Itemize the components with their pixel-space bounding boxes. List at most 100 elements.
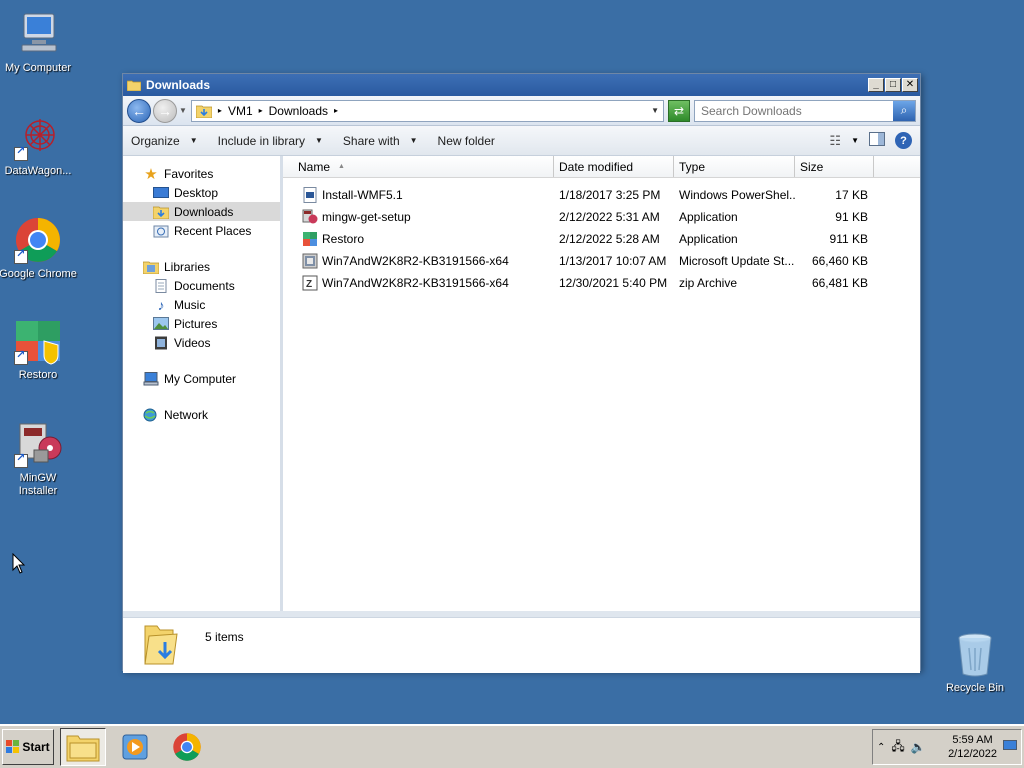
zip-archive-icon: Z <box>302 275 318 291</box>
share-with-menu[interactable]: Share with ▼ <box>343 134 418 148</box>
file-row[interactable]: Install-WMF5.1 1/18/2017 3:25 PM Windows… <box>283 184 920 206</box>
file-row[interactable]: Z Win7AndW2K8R2-KB3191566-x64 12/30/2021… <box>283 272 920 294</box>
column-label: Name <box>298 159 331 174</box>
desktop-icon-google-chrome[interactable]: Google Chrome <box>0 216 78 281</box>
nav-label: Documents <box>174 278 235 293</box>
column-header-type[interactable]: Type <box>674 156 795 177</box>
nav-recent-places[interactable]: Recent Places <box>123 221 280 240</box>
sort-ascending-icon: ▲ <box>338 163 345 170</box>
file-row[interactable]: mingw-get-setup 2/12/2022 5:31 AM Applic… <box>283 206 920 228</box>
breadcrumb-separator-icon[interactable]: ▸ <box>334 106 338 115</box>
nav-label: Libraries <box>164 259 211 274</box>
desktop-icon <box>153 186 169 200</box>
breadcrumb-separator-icon[interactable]: ▸ <box>259 106 263 115</box>
nav-desktop[interactable]: Desktop <box>123 183 280 202</box>
help-icon[interactable]: ? <box>895 132 912 149</box>
desktop-icon-my-computer[interactable]: My Computer <box>0 10 78 75</box>
column-header-size[interactable]: Size <box>795 156 874 177</box>
desktop-icon-label: DataWagon... <box>4 165 72 177</box>
maximize-button[interactable]: □ <box>885 78 901 92</box>
powershell-script-icon <box>303 187 317 203</box>
breadcrumb-vm1[interactable]: VM1 <box>228 104 253 118</box>
nav-favorites[interactable]: ★ Favorites <box>123 164 280 183</box>
desktop-icon-label: Google Chrome <box>0 268 77 280</box>
breadcrumb-downloads[interactable]: Downloads <box>269 104 328 118</box>
system-tray: ⌃ 🖧 🔈 5:59 AM 2/12/2022 <box>872 729 1022 765</box>
search-box: ⌕ <box>694 99 916 122</box>
mingw-setup-icon <box>302 209 318 224</box>
taskbar-chrome-button[interactable] <box>164 728 210 766</box>
file-name: mingw-get-setup <box>322 210 411 224</box>
libraries-icon <box>143 260 159 274</box>
mingw-icon <box>14 420 62 468</box>
item-count: 5 items <box>205 630 244 644</box>
close-button[interactable]: ✕ <box>902 78 918 92</box>
column-header-name[interactable]: Name ▲ <box>283 156 554 177</box>
search-icon: ⌕ <box>900 103 908 117</box>
file-row[interactable]: Restoro 2/12/2022 5:28 AM Application 91… <box>283 228 920 250</box>
file-date: 1/13/2017 10:07 AM <box>559 254 667 268</box>
address-box[interactable]: ▸ VM1 ▸ Downloads ▸ ▼ <box>190 99 664 122</box>
explorer-window: Downloads _ □ ✕ ← → ▼ ▸ VM1 ▸ Downloads … <box>122 73 921 673</box>
datawagon-icon <box>14 113 62 161</box>
preview-pane-button[interactable] <box>869 132 885 149</box>
restoro-app-icon <box>303 232 317 246</box>
desktop-icon-recycle-bin[interactable]: Recycle Bin <box>935 630 1015 695</box>
nav-videos[interactable]: Videos <box>123 333 280 352</box>
organize-menu[interactable]: Organize ▼ <box>131 134 198 148</box>
file-row[interactable]: Win7AndW2K8R2-KB3191566-x64 1/13/2017 10… <box>283 250 920 272</box>
new-folder-label: New folder <box>437 133 495 148</box>
volume-icon[interactable]: 🔈 <box>911 740 926 754</box>
refresh-icon: ⇄ <box>673 103 685 118</box>
desktop-icon-restoro[interactable]: Restoro <box>0 317 78 382</box>
shortcut-arrow-icon <box>14 248 28 264</box>
include-in-library-menu[interactable]: Include in library ▼ <box>218 134 323 148</box>
nav-documents[interactable]: Documents <box>123 276 280 295</box>
view-list-icon: ☷ <box>829 132 842 148</box>
start-button[interactable]: Start <box>2 729 54 765</box>
new-folder-button[interactable]: New folder <box>438 134 495 148</box>
column-headers: Name ▲ Date modified Type Size <box>283 156 920 178</box>
refresh-button[interactable]: ⇄ <box>668 99 690 122</box>
column-header-date-modified[interactable]: Date modified <box>554 156 674 177</box>
recent-pages-dropdown[interactable]: ▼ <box>179 106 187 115</box>
minimize-button[interactable]: _ <box>868 78 884 92</box>
search-input[interactable] <box>701 103 893 118</box>
recent-places-icon <box>153 224 169 238</box>
nav-network[interactable]: Network <box>123 405 280 424</box>
network-status-icon[interactable]: 🖧 <box>891 737 904 758</box>
file-name: Win7AndW2K8R2-KB3191566-x64 <box>322 254 509 268</box>
file-name: Restoro <box>322 232 365 246</box>
forward-button[interactable]: → <box>153 98 177 123</box>
nav-pictures[interactable]: Pictures <box>123 314 280 333</box>
show-desktop-icon[interactable] <box>1003 739 1017 755</box>
chevron-down-icon: ▼ <box>189 136 198 145</box>
nav-label: Network <box>164 407 209 422</box>
nav-music[interactable]: ♪ Music <box>123 295 280 314</box>
msu-package-icon <box>302 253 318 269</box>
include-in-library-label: Include in library <box>217 133 305 148</box>
breadcrumb-separator-icon[interactable]: ▸ <box>218 106 222 115</box>
clock[interactable]: 5:59 AM 2/12/2022 <box>948 733 997 761</box>
address-history-dropdown[interactable]: ▼ <box>651 106 659 115</box>
music-icon: ♪ <box>157 296 165 313</box>
desktop-icon-datawagon[interactable]: DataWagon... <box>0 113 78 178</box>
back-button[interactable]: ← <box>127 98 151 123</box>
preview-pane-icon <box>869 132 885 146</box>
show-hidden-icons-button[interactable]: ⌃ <box>877 742 885 753</box>
search-button[interactable]: ⌕ <box>893 100 915 121</box>
chevron-down-icon: ▼ <box>315 136 323 145</box>
taskbar-media-player-button[interactable] <box>112 728 158 766</box>
window-titlebar[interactable]: Downloads _ □ ✕ <box>123 74 920 96</box>
desktop-icon-mingw-installer[interactable]: MinGW Installer <box>0 420 78 498</box>
nav-libraries[interactable]: Libraries <box>123 257 280 276</box>
nav-downloads[interactable]: Downloads <box>123 202 280 221</box>
windows-logo-icon <box>6 740 20 753</box>
media-player-icon <box>122 734 148 760</box>
nav-my-computer[interactable]: My Computer <box>123 369 280 388</box>
network-icon <box>143 408 159 422</box>
file-type: Windows PowerShel... <box>679 188 795 202</box>
change-view-button[interactable]: ☷ ▼ <box>829 133 859 149</box>
computer-icon <box>143 371 159 386</box>
taskbar-explorer-button[interactable] <box>60 728 106 766</box>
